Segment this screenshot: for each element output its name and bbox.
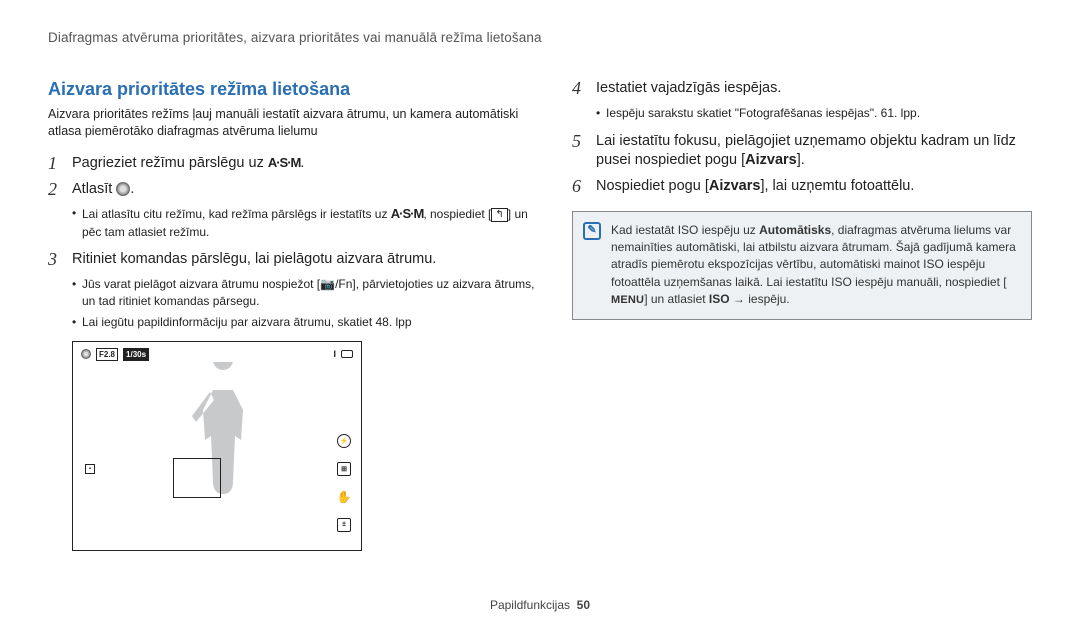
step-4: 4 Iestatiet vajadzīgās iespējas. (572, 79, 1032, 99)
shutter-priority-mode-icon (81, 349, 91, 359)
mode-dial-icon: A·S·M (391, 205, 424, 223)
focus-frame-icon (173, 458, 221, 498)
step-3: 3 Ritiniet komandas pārslēgu, lai pielāg… (48, 250, 538, 270)
flash-icon: ⚡ (337, 434, 351, 448)
mode-dial-icon: A·S·M (268, 154, 301, 172)
stabilization-icon: ✋ (337, 490, 351, 504)
step-text: Atlasīt . (72, 180, 134, 200)
subject-silhouette (188, 362, 258, 522)
shutter-priority-mode-icon (116, 182, 130, 196)
step-text: Ritiniet komandas pārslēgu, lai pielāgot… (72, 250, 436, 270)
step-4-sublist: Iespēju sarakstu skatiet "Fotografēšanas… (596, 105, 1032, 122)
battery-icon (341, 350, 353, 358)
step-2-sublist: Lai atlasītu citu režīmu, kad režīma pār… (72, 205, 538, 240)
display-mode-icon: ⊞ (337, 462, 351, 476)
section-title: Aizvara prioritātes režīma lietošana (48, 79, 538, 100)
fn-button-icon: 📷/Fn (320, 277, 352, 291)
aperture-value: F2.8 (96, 348, 118, 361)
step-3-sublist: Jūs varat pielāgot aizvara ātrumu nospie… (72, 276, 538, 330)
step-5: 5 Lai iestatītu fokusu, pielāgojiet uzņe… (572, 132, 1032, 171)
exposure-comp-icon: ± (337, 518, 351, 532)
menu-button-icon: MENU (611, 293, 644, 309)
step-number: 3 (48, 250, 64, 270)
step-text: Nospiediet pogu [Aizvars], lai uzņemtu f… (596, 177, 914, 197)
step-number: 6 (572, 177, 588, 197)
step-text: Pagrieziet režīmu pārslēgu uz A·S·M. (72, 154, 304, 174)
step-6: 6 Nospiediet pogu [Aizvars], lai uzņemtu… (572, 177, 1032, 197)
drive-mode-icon: ▪ (85, 464, 95, 474)
step-number: 4 (572, 79, 588, 99)
step-text: Lai iestatītu fokusu, pielāgojiet uzņema… (596, 132, 1032, 171)
step-2: 2 Atlasīt . (48, 180, 538, 200)
step-text: Iestatiet vajadzīgās iespējas. (596, 79, 781, 99)
back-button-icon: ↰ (491, 208, 507, 222)
note-icon: ✎ (583, 222, 601, 240)
page-footer: Papildfunkcijas 50 (0, 598, 1080, 612)
step-number: 1 (48, 154, 64, 174)
step-number: 2 (48, 180, 64, 200)
step-number: 5 (572, 132, 588, 152)
breadcrumb-header: Diafragmas atvēruma prioritātes, aizvara… (48, 30, 1032, 45)
step-1: 1 Pagrieziet režīmu pārslēgu uz A·S·M. (48, 154, 538, 174)
info-note-box: ✎ Kad iestatāt ISO iespēju uz Automātisk… (572, 211, 1032, 321)
shutter-speed-value: 1/30s (123, 348, 149, 361)
camera-preview-panel: F2.8 1/30s I ▪ ⚡ ⊞ ✋ ± (72, 341, 362, 551)
section-intro: Aizvara prioritātes režīms ļauj manuāli … (48, 106, 538, 140)
